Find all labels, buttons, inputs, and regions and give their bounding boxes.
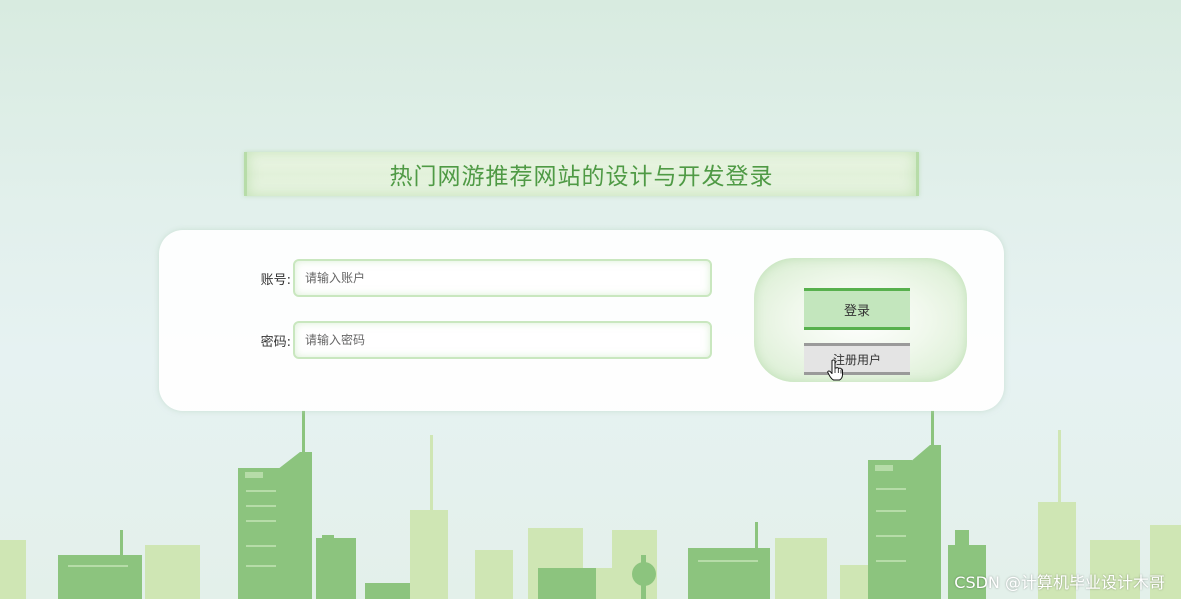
login-form-card: 账号: 密码: 登录 注册用户 — [159, 230, 1004, 411]
password-input[interactable] — [293, 321, 712, 359]
account-input[interactable] — [293, 259, 712, 297]
csdn-watermark: CSDN @计算机毕业设计木哥 — [954, 573, 1165, 592]
account-label: 账号: — [260, 272, 291, 288]
password-label: 密码: — [260, 334, 291, 350]
button-panel: 登录 注册用户 — [754, 258, 967, 382]
title-banner: 热门网游推荐网站的设计与开发登录 — [244, 152, 919, 196]
login-button[interactable]: 登录 — [804, 288, 910, 330]
page-title: 热门网游推荐网站的设计与开发登录 — [389, 164, 774, 190]
register-button[interactable]: 注册用户 — [804, 343, 910, 375]
